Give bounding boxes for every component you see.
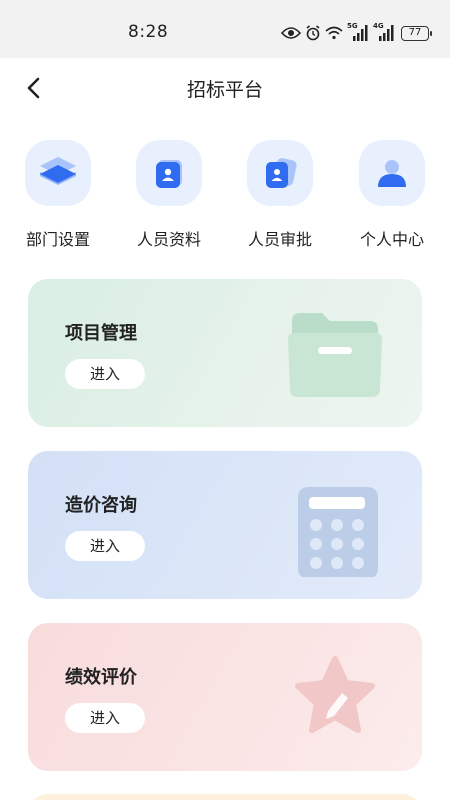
signal-4g-icon: 4G — [373, 22, 395, 42]
quick-action-personnel-profile[interactable]: 人员资料 — [124, 140, 214, 250]
quick-action-label: 部门设置 — [25, 230, 90, 249]
card-title: 造价咨询 — [65, 495, 137, 516]
battery-icon: 77 — [401, 25, 432, 41]
profile-card-icon — [136, 140, 202, 206]
signal-5g-icon: 5G — [347, 22, 369, 42]
signal-5g-label: 5G — [347, 22, 358, 30]
folder-icon — [288, 313, 382, 397]
card-title: 项目管理 — [65, 323, 137, 344]
card-performance-evaluation[interactable]: 绩效评价 进入 — [28, 623, 422, 771]
quick-action-personnel-approval[interactable]: 人员审批 — [235, 140, 325, 250]
status-time: 8:28 — [128, 22, 169, 42]
user-icon — [359, 140, 425, 206]
signal-4g-label: 4G — [373, 22, 384, 30]
page-title: 招标平台 — [186, 79, 263, 101]
enter-button[interactable]: 进入 — [65, 359, 145, 389]
card-cost-consulting[interactable]: 造价咨询 进入 — [28, 451, 422, 599]
card-next-partial — [28, 794, 422, 800]
star-pencil-icon — [295, 656, 375, 733]
quick-action-department-settings[interactable]: 部门设置 — [13, 140, 103, 250]
enter-button[interactable]: 进入 — [65, 703, 145, 733]
wifi-icon — [325, 26, 343, 40]
status-icons: 5G 4G 77 — [281, 22, 432, 44]
enter-button[interactable]: 进入 — [65, 531, 145, 561]
eye-icon — [281, 27, 301, 39]
layers-icon — [25, 140, 91, 206]
nav-bar: 招标平台 — [0, 58, 450, 118]
quick-action-label: 人员审批 — [247, 230, 312, 249]
quick-action-label: 个人中心 — [359, 230, 424, 249]
calculator-icon — [298, 487, 378, 577]
card-project-management[interactable]: 项目管理 进入 — [28, 279, 422, 427]
alarm-icon — [306, 25, 320, 41]
card-title: 绩效评价 — [65, 667, 137, 688]
quick-actions: 部门设置 人员资料 人员审批 个人中心 — [0, 140, 450, 252]
approval-card-icon — [247, 140, 313, 206]
quick-action-personal-center[interactable]: 个人中心 — [347, 140, 437, 250]
quick-action-label: 人员资料 — [136, 230, 201, 249]
status-bar: 8:28 5G 4G 77 — [0, 0, 450, 58]
